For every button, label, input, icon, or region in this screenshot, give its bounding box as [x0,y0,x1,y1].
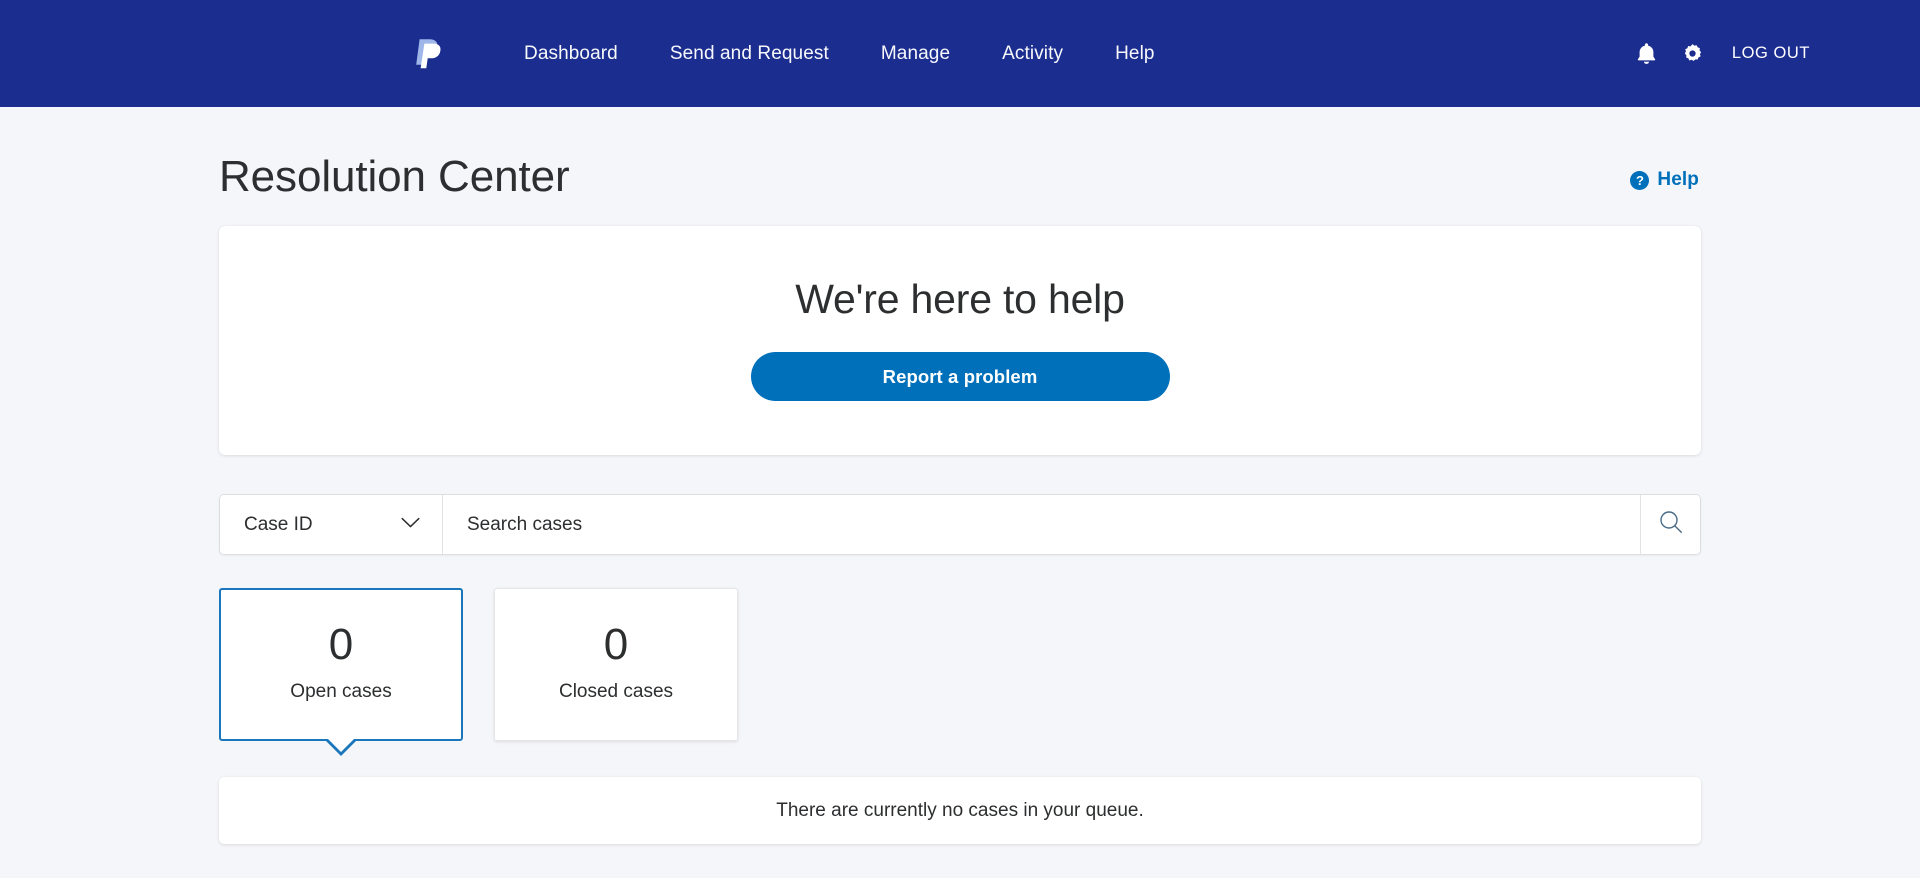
search-submit-button[interactable] [1641,495,1700,555]
case-filter-selected-value: Case ID [244,513,313,535]
selected-tab-caret-fill [326,737,356,753]
search-icon [1658,509,1684,540]
search-input[interactable] [467,513,1616,536]
case-status-tabs: 0 Open cases 0 Closed cases [219,588,1701,757]
case-filter-select[interactable]: Case ID [220,495,443,555]
chevron-down-icon [401,516,420,534]
closed-cases-label: Closed cases [558,680,674,702]
gear-icon[interactable] [1670,31,1716,77]
logout-link[interactable]: LOG OUT [1732,44,1810,63]
bell-icon[interactable] [1624,31,1670,77]
search-input-cell [443,495,1641,555]
paypal-logo[interactable] [412,34,446,74]
global-header: Dashboard Send and Request Manage Activi… [0,0,1920,107]
empty-state-bar: There are currently no cases in your que… [219,777,1701,845]
help-link-label: Help [1657,169,1699,191]
nav-item-send-and-request[interactable]: Send and Request [644,33,855,75]
nav-item-dashboard[interactable]: Dashboard [498,33,644,75]
hero-title: We're here to help [795,276,1125,323]
page-body: Resolution Center ? Help We're here to h… [0,107,1920,845]
nav-item-activity[interactable]: Activity [976,33,1089,75]
nav-item-manage[interactable]: Manage [855,33,976,75]
primary-nav: Dashboard Send and Request Manage Activi… [498,33,1181,75]
question-mark-icon: ? [1630,170,1650,190]
page-header-row: Resolution Center ? Help [219,107,1701,201]
header-actions: LOG OUT [1624,31,1860,77]
open-cases-label: Open cases [290,680,392,702]
nav-item-help[interactable]: Help [1089,33,1180,75]
closed-cases-count: 0 [603,619,629,669]
content-container: Resolution Center ? Help We're here to h… [219,107,1701,845]
empty-state-message: There are currently no cases in your que… [776,799,1144,821]
case-search-bar: Case ID [219,494,1701,556]
page-title: Resolution Center [219,152,570,201]
help-link[interactable]: ? Help [1630,169,1699,191]
hero-card: We're here to help Report a problem [219,226,1701,456]
tab-open-cases[interactable]: 0 Open cases [219,588,463,757]
tab-closed-cases[interactable]: 0 Closed cases [494,588,738,742]
report-a-problem-button[interactable]: Report a problem [750,352,1170,402]
header-inner: Dashboard Send and Request Manage Activi… [0,0,1920,107]
open-cases-count: 0 [328,619,354,669]
